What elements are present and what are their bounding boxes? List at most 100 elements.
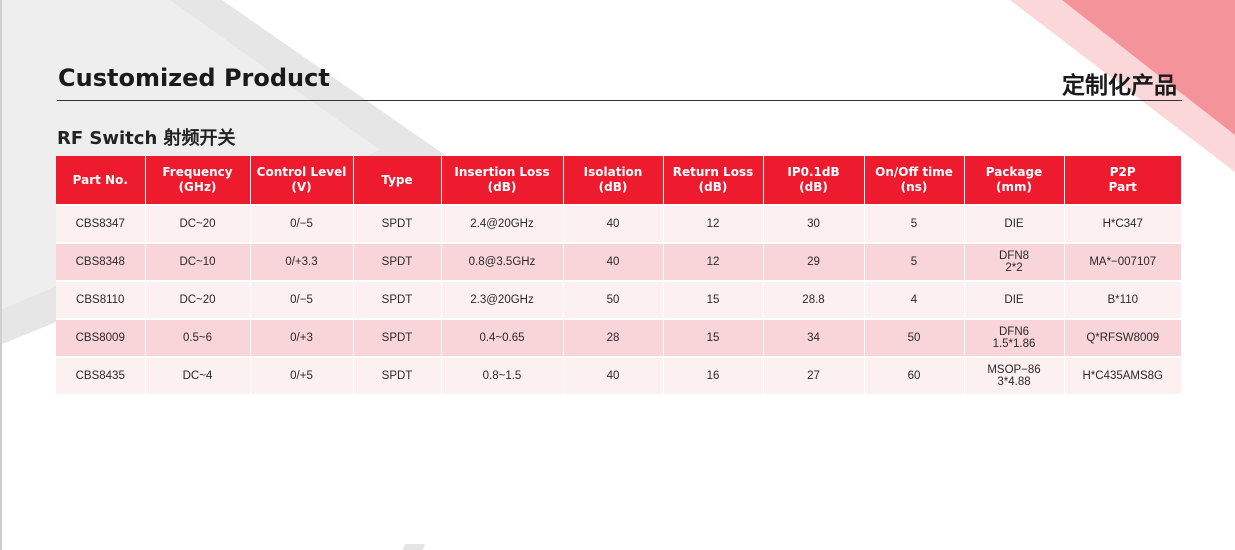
table-cell: CBS8009 <box>56 318 146 357</box>
table-cell: CBS8435 <box>56 356 146 394</box>
cell-value: 0.4~0.65 <box>479 332 525 344</box>
table-cell: 4 <box>864 280 965 319</box>
cell-value: 28 <box>606 332 620 344</box>
column-header: Return Loss (dB) <box>663 156 764 205</box>
column-header-label: Control Level <box>256 165 347 179</box>
cell-value: 15 <box>706 294 720 306</box>
section-title: RF Switch 射频开关 <box>57 128 236 149</box>
table-cell: 0/+5 <box>250 356 354 394</box>
column-header-label: (dB) <box>598 180 628 194</box>
table-cell: 50 <box>563 280 664 319</box>
column-header-label: Part No. <box>72 172 128 187</box>
table-cell: H*C435AMS8G <box>1064 356 1181 394</box>
cell-value: SPDT <box>381 294 413 306</box>
column-header: Insertion Loss (dB) <box>441 156 564 205</box>
left-page-border <box>0 0 2 550</box>
cell-value: 0/−5 <box>290 294 313 306</box>
cell-value: SPDT <box>381 256 413 268</box>
column-header-label: (GHz) <box>178 180 217 194</box>
cell-value: 60 <box>907 370 921 382</box>
column-header: On/Off time (ns) <box>864 156 965 205</box>
column-header: Type <box>353 156 442 205</box>
cell-value: MSOP−86 <box>987 364 1041 376</box>
column-header: Isolation (dB) <box>563 156 664 205</box>
table-cell: 0/−5 <box>250 204 354 243</box>
cell-value: 12 <box>706 256 720 268</box>
cell-value: 40 <box>606 218 620 230</box>
page-title: Customized Product <box>58 64 330 92</box>
rf-switch-table: Part No. Frequency (GHz) Control Level (V) Ty… <box>56 156 1181 394</box>
cell-value: 15 <box>706 332 720 344</box>
cell-value: CBS8347 <box>75 218 125 230</box>
cell-value: 34 <box>807 332 820 344</box>
column-header-label: Isolation <box>583 165 643 179</box>
table-cell: 50 <box>864 318 965 357</box>
table-cell: DFN6 1.5*1.86 <box>964 318 1065 357</box>
cell-value: 0.8~1.5 <box>482 370 522 382</box>
column-header-label: Insertion Loss <box>454 165 550 179</box>
cell-value: 16 <box>706 370 720 382</box>
table-cell: DFN8 2*2 <box>964 242 1065 281</box>
table-cell: H*C347 <box>1064 204 1181 243</box>
table-cell: 28 <box>563 318 664 357</box>
column-header-label: (dB) <box>487 180 517 194</box>
cell-value: CBS8435 <box>75 370 125 382</box>
column-header-label: On/Off time <box>875 165 953 179</box>
table-cell: B*110 <box>1064 280 1181 319</box>
cell-value: 0/+5 <box>290 370 313 382</box>
column-header: Part No. <box>56 156 146 205</box>
cell-value: DC~20 <box>179 294 216 306</box>
cell-value: CBS8009 <box>75 332 125 344</box>
table-cell: DIE <box>964 204 1065 243</box>
table-cell: MA*−007107 <box>1064 242 1181 281</box>
cell-value: Q*RFSW8009 <box>1086 332 1160 344</box>
footer-mark <box>402 544 426 550</box>
table-row: CBS8348 DC~10 0/+3.3 SPDT 0.8@3.5GHz 40 12 29 5 D… <box>56 242 1181 281</box>
table-cell: 12 <box>663 204 764 243</box>
table-row: CBS8435 DC~4 0/+5 SPDT 0.8~1.5 40 16 27 60 MSOP−8… <box>56 356 1181 394</box>
table-cell: DC~20 <box>145 280 251 319</box>
column-header-label: IP0.1dB <box>787 165 840 179</box>
table-cell: 0.5~6 <box>145 318 251 357</box>
column-header-label: (V) <box>291 180 312 194</box>
cell-value: CBS8348 <box>75 256 125 268</box>
table-cell: 29 <box>763 242 865 281</box>
table-cell: DIE <box>964 280 1065 319</box>
cell-value: SPDT <box>381 332 413 344</box>
cell-value: DFN8 <box>998 250 1030 262</box>
table-cell: CBS8348 <box>56 242 146 281</box>
cell-value: 12 <box>706 218 720 230</box>
column-header-label: P2P <box>1109 165 1136 179</box>
table-cell: 12 <box>663 242 764 281</box>
cell-value: 50 <box>907 332 921 344</box>
page-title-chinese: 定制化产品 <box>1062 73 1177 99</box>
cell-value: 30 <box>807 218 820 230</box>
table-cell: 34 <box>763 318 865 357</box>
column-header-label: Frequency <box>162 165 233 179</box>
cell-value: MA*−007107 <box>1089 256 1157 268</box>
column-header: Control Level (V) <box>250 156 354 205</box>
cell-value: DC~10 <box>179 256 216 268</box>
table-cell: 40 <box>563 204 664 243</box>
column-header: Package (mm) <box>964 156 1065 205</box>
table-row: CBS8009 0.5~6 0/+3 SPDT 0.4~0.65 28 15 34 50 DFN6… <box>56 318 1181 357</box>
cell-value: DC~20 <box>179 218 216 230</box>
column-header-label: Part <box>1108 180 1137 194</box>
cell-value: DIE <box>1004 294 1024 306</box>
table-cell: 40 <box>563 356 664 394</box>
cell-value: 5 <box>910 218 918 230</box>
cell-value: 40 <box>606 256 620 268</box>
table-cell: 0/+3.3 <box>250 242 354 281</box>
cell-value: 2.4@20GHz <box>470 218 534 230</box>
table-cell: 0/−5 <box>250 280 354 319</box>
table-cell: 60 <box>864 356 965 394</box>
table-cell: 30 <box>763 204 865 243</box>
column-header-label: Type <box>381 172 413 187</box>
column-header-label: (dB) <box>698 180 728 194</box>
table-cell: 15 <box>663 318 764 357</box>
cell-value: H*C347 <box>1102 218 1143 230</box>
column-header-label: Package <box>985 165 1043 179</box>
table-cell: 5 <box>864 204 965 243</box>
cell-value: H*C435AMS8G <box>1082 370 1164 382</box>
column-header-label: (ns) <box>900 180 928 194</box>
